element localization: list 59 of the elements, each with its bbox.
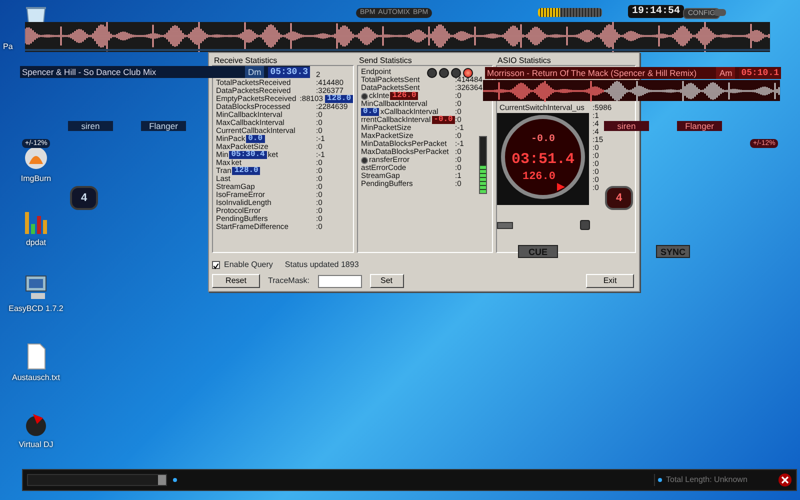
icon-label[interactable]: Virtual DJ	[18, 439, 54, 451]
jog-time: 03:51.4	[512, 151, 574, 168]
icon-label[interactable]: dpdat	[26, 237, 46, 249]
group-title: Send Statistics	[358, 56, 413, 65]
bpm-display: 0.0	[246, 135, 265, 143]
play-icon[interactable]	[557, 183, 565, 191]
icon-label[interactable]: EasyBCD 1.7.2	[8, 303, 64, 315]
effect-button[interactable]: siren	[604, 121, 649, 131]
reset-button[interactable]: Reset	[212, 274, 260, 288]
track-key: Am	[716, 66, 736, 80]
effect-button[interactable]: siren	[68, 121, 113, 131]
loop-button[interactable]: 4	[70, 186, 98, 210]
checkbox[interactable]	[212, 261, 220, 269]
knob-icon[interactable]	[361, 156, 368, 164]
track-title: Spencer & Hill - So Dance Club Mix	[22, 66, 158, 78]
checkbox-label: Enable Query	[224, 259, 273, 271]
indicator-light[interactable]	[450, 68, 461, 78]
check-icon	[213, 262, 219, 270]
trace-mask-label: TraceMask:	[268, 275, 310, 287]
indicator-light[interactable]	[438, 68, 449, 78]
set-button[interactable]: Set	[370, 274, 404, 288]
icon-label[interactable]: Austausch.txt	[12, 372, 60, 384]
indicator-light[interactable]	[426, 68, 437, 78]
dropdown[interactable]	[27, 474, 167, 486]
trace-mask-field[interactable]	[318, 274, 362, 288]
loop-button[interactable]: 4	[605, 186, 633, 210]
icon-label[interactable]: ImgBurn	[20, 173, 52, 185]
track-key: Dm	[244, 66, 264, 78]
enable-query-checkbox[interactable]: Enable Query	[212, 259, 273, 271]
group-title: ASIO Statistics	[496, 56, 552, 65]
bpm-display: 126.0	[390, 92, 418, 100]
bpm-display: -0.0	[432, 116, 455, 124]
pitch-readout: -0.0	[531, 134, 555, 145]
small-button[interactable]	[714, 9, 726, 16]
time-display: 05:10.1	[739, 68, 781, 78]
effect-button[interactable]: Flanger	[141, 121, 186, 131]
bpm-display: 05:30.4	[229, 151, 267, 159]
bpm-display: 0.0	[361, 108, 380, 116]
knob-icon[interactable]	[361, 92, 368, 100]
track-title: Morrisson - Return Of The Mack (Spencer & Hill Remix)	[487, 66, 698, 80]
total-length-text: Total Length: Unknown	[666, 474, 748, 486]
jog-wheel[interactable]: -0.0 03:51.4 126.0	[497, 113, 589, 205]
bpm-display: 128.0	[324, 95, 353, 103]
icon-label[interactable]: Pa	[3, 41, 13, 53]
bpm-display: 128.0	[232, 167, 260, 175]
clock: 19:14:54	[628, 5, 684, 18]
status-text: Status updated 1893	[284, 259, 359, 271]
dot-icon	[173, 478, 177, 482]
exit-button[interactable]: Exit	[586, 274, 634, 288]
dot-icon	[658, 478, 662, 482]
close-icon	[778, 473, 792, 487]
time-display: 05:30.3	[268, 66, 310, 78]
knob-icon[interactable]	[580, 220, 590, 230]
fader-handle[interactable]	[497, 222, 513, 229]
effect-button[interactable]: Flanger	[677, 121, 722, 131]
group-title: Receive Statistics	[213, 56, 278, 65]
indicator-light[interactable]	[462, 68, 473, 78]
computer-icon	[23, 274, 49, 301]
jog-bpm: 126.0	[522, 171, 556, 183]
